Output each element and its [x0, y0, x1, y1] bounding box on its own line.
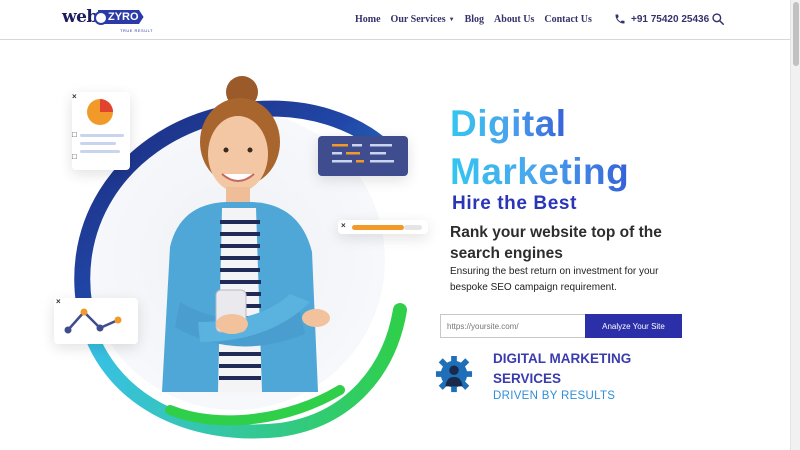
close-icon: × [72, 92, 77, 101]
checkbox-icon: □ [72, 152, 77, 161]
hero-illustration: × □ □ × × [50, 70, 430, 450]
line-chart-card: × [54, 297, 138, 344]
logo-text-web: web [62, 7, 98, 27]
hero-headline: Rank your website top of the search engi… [450, 224, 662, 262]
hero-title-line2: Marketing [450, 148, 629, 196]
services-subtitle: DRIVEN BY RESULTS [493, 390, 616, 402]
logo-tagline: TRUE RESULT [120, 28, 153, 33]
checkbox-icon: □ [72, 130, 77, 139]
line-chart-icon [64, 308, 122, 334]
webzyro-logo[interactable]: web ZYRO TRUE RESULT [62, 7, 157, 33]
nav-home[interactable]: Home [355, 14, 381, 25]
progress-bar-track [404, 225, 422, 230]
logo-ring [94, 11, 108, 25]
progress-card: × [338, 220, 428, 234]
website-url-input[interactable] [440, 314, 586, 338]
analyze-site-button[interactable]: Analyze Your Site [585, 314, 682, 338]
nav-contact-us[interactable]: Contact Us [544, 14, 592, 25]
hero-description: Ensuring the best return on investment f… [450, 266, 659, 293]
pie-chart-card [72, 92, 130, 170]
phone-icon [615, 14, 625, 24]
phone-link[interactable]: +91 75420 25436 [614, 13, 709, 25]
gear-person-icon [435, 356, 473, 393]
close-icon: × [341, 221, 346, 230]
hero-title-line1: Digital [450, 100, 567, 148]
pie-chart-icon [80, 99, 124, 153]
nav-our-services[interactable]: Our Services ▼ [391, 14, 455, 25]
page-scrollbar[interactable] [790, 0, 800, 450]
top-navbar: web ZYRO TRUE RESULT Home Our Services ▼ … [0, 0, 790, 40]
code-lines-icon [332, 144, 394, 163]
nav-our-services-label: Our Services [390, 14, 446, 25]
progress-bar-fill [352, 225, 404, 230]
code-snippet-card [318, 136, 408, 176]
nav-about-us[interactable]: About Us [494, 14, 534, 25]
hire-the-best-text: Hire the Best [452, 193, 578, 214]
scrollbar-thumb[interactable] [793, 2, 799, 66]
search-icon[interactable] [711, 12, 725, 26]
woman-with-phone-image [162, 76, 330, 392]
caret-down-icon: ▼ [448, 17, 455, 23]
services-title: DIGITAL MARKETING SERVICES [493, 351, 632, 386]
phone-number: +91 75420 25436 [631, 13, 710, 25]
close-icon: × [56, 297, 61, 306]
nav-blog[interactable]: Blog [465, 14, 484, 25]
main-menu: Home Our Services ▼ Blog About Us Contact… [355, 14, 592, 25]
